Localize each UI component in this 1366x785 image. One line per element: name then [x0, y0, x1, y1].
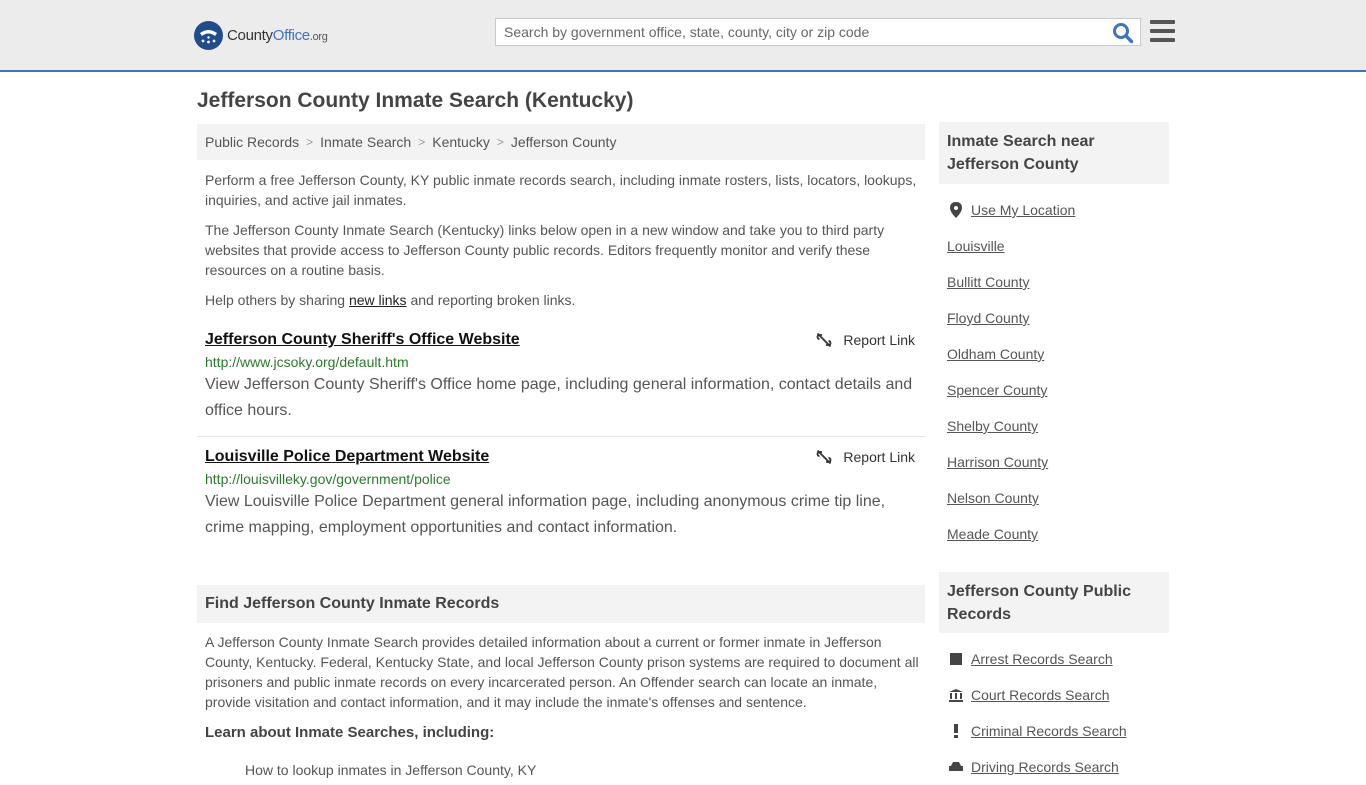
sidebar-item-floyd-county[interactable]: Floyd County — [947, 300, 1075, 336]
map-pin-icon — [947, 202, 965, 218]
report-link-button[interactable]: Report Link — [816, 449, 915, 465]
sidebar-item-oldham-county[interactable]: Oldham County — [947, 336, 1075, 372]
breadcrumb: Public Records > Inmate Search > Kentuck… — [197, 124, 925, 160]
sidebar-item-driving-records[interactable]: Driving Records Search — [947, 749, 1127, 785]
sidebar-item-label[interactable]: Arrest Records Search — [971, 651, 1113, 667]
sidebar-item-label[interactable]: Harrison County — [947, 454, 1048, 470]
search-input[interactable] — [496, 19, 1106, 45]
sidebar-item-label[interactable]: Meade County — [947, 526, 1038, 542]
site-logo[interactable]: CountyOffice.org — [194, 20, 328, 50]
top-bar: CountyOffice.org — [0, 0, 1366, 72]
sidebar-item-label[interactable]: Nelson County — [947, 490, 1039, 506]
broken-link-icon — [817, 449, 832, 465]
sidebar-item-criminal-records[interactable]: Criminal Records Search — [947, 713, 1127, 749]
resource-link-title[interactable]: Louisville Police Department Website — [205, 448, 489, 465]
intro-paragraph-1: Perform a free Jefferson County, KY publ… — [205, 172, 917, 208]
intro-text: Help others by sharing — [205, 292, 349, 308]
logo-text: CountyOffice.org — [227, 26, 328, 44]
square-icon — [947, 653, 965, 665]
sidebar-item-label[interactable]: Floyd County — [947, 310, 1029, 326]
resource-link-description: View Jefferson County Sheriff's Office h… — [205, 376, 913, 419]
hamburger-menu-icon[interactable] — [1150, 20, 1175, 42]
sidebar-item-label[interactable]: Driving Records Search — [971, 759, 1119, 775]
sidebar-records-heading: Jefferson County Public Records — [939, 572, 1169, 633]
sidebar-item-label[interactable]: Shelby County — [947, 418, 1038, 434]
sidebar-item-harrison-county[interactable]: Harrison County — [947, 444, 1075, 480]
section-heading: Find Jefferson County Inmate Records — [197, 585, 925, 623]
page-title: Jefferson County Inmate Search (Kentucky… — [197, 89, 634, 112]
sidebar-item-label[interactable]: Oldham County — [947, 346, 1044, 362]
new-links-link[interactable]: new links — [349, 292, 407, 308]
search-icon[interactable] — [1112, 22, 1134, 44]
intro-paragraph-2: The Jefferson County Inmate Search (Kent… — [205, 222, 885, 278]
resource-link-item: Louisville Police Department Website htt… — [205, 448, 917, 541]
sidebar-item-label[interactable]: Spencer County — [947, 382, 1047, 398]
resource-link-title[interactable]: Jefferson County Sheriff's Office Websit… — [205, 331, 520, 348]
sidebar-records-list: Arrest Records Search Court Records Sear… — [947, 641, 1127, 785]
resource-link-description: View Louisville Police Department genera… — [205, 493, 886, 536]
breadcrumb-separator-icon: > — [496, 135, 504, 149]
car-icon — [947, 761, 965, 773]
breadcrumb-separator-icon: > — [306, 135, 314, 149]
sidebar-item-louisville[interactable]: Louisville — [947, 228, 1075, 264]
report-link-label: Report Link — [843, 332, 915, 348]
sidebar-item-court-records[interactable]: Court Records Search — [947, 677, 1127, 713]
sidebar-item-meade-county[interactable]: Meade County — [947, 516, 1075, 552]
breadcrumb-public-records[interactable]: Public Records — [205, 134, 299, 150]
search-bar — [495, 18, 1141, 46]
section-body: A Jefferson County Inmate Search provide… — [205, 634, 919, 710]
courthouse-icon — [947, 688, 965, 702]
intro-text: and reporting broken links. — [406, 292, 576, 308]
sidebar-item-nelson-county[interactable]: Nelson County — [947, 480, 1075, 516]
sidebar-item-arrest-records[interactable]: Arrest Records Search — [947, 641, 1127, 677]
sidebar-item-label[interactable]: Criminal Records Search — [971, 723, 1127, 739]
sidebar-item-label[interactable]: Bullitt County — [947, 274, 1029, 290]
breadcrumb-kentucky[interactable]: Kentucky — [432, 134, 490, 150]
resource-link-item: Jefferson County Sheriff's Office Websit… — [205, 331, 917, 424]
sidebar-item-use-my-location[interactable]: Use My Location — [947, 192, 1075, 228]
report-link-label: Report Link — [843, 449, 915, 465]
breadcrumb-separator-icon: > — [418, 135, 426, 149]
sidebar-item-spencer-county[interactable]: Spencer County — [947, 372, 1075, 408]
sidebar-item-shelby-county[interactable]: Shelby County — [947, 408, 1075, 444]
sidebar-item-label[interactable]: Use My Location — [971, 202, 1075, 218]
exclamation-icon — [947, 724, 965, 738]
sidebar-item-label[interactable]: Louisville — [947, 238, 1005, 254]
divider — [197, 436, 925, 437]
broken-link-icon — [817, 332, 832, 348]
intro-paragraph-3: Help others by sharing new links and rep… — [205, 290, 920, 310]
resource-link-url: http://www.jcsoky.org/default.htm — [205, 354, 409, 370]
sidebar-nearby-heading: Inmate Search near Jefferson County — [939, 122, 1169, 184]
learn-heading: Learn about Inmate Searches, including: — [205, 724, 495, 741]
sidebar-nearby-list: Use My Location Louisville Bullitt Count… — [947, 192, 1075, 552]
sidebar-item-label[interactable]: Court Records Search — [971, 687, 1110, 703]
report-link-button[interactable]: Report Link — [816, 332, 915, 348]
sidebar-item-bullitt-county[interactable]: Bullitt County — [947, 264, 1075, 300]
logo-seal-icon — [194, 20, 223, 50]
resource-link-url: http://louisvilleky.gov/government/polic… — [205, 471, 451, 487]
list-item: How to lookup inmates in Jefferson Count… — [245, 762, 537, 778]
breadcrumb-current: Jefferson County — [510, 134, 617, 150]
breadcrumb-inmate-search[interactable]: Inmate Search — [320, 134, 411, 150]
